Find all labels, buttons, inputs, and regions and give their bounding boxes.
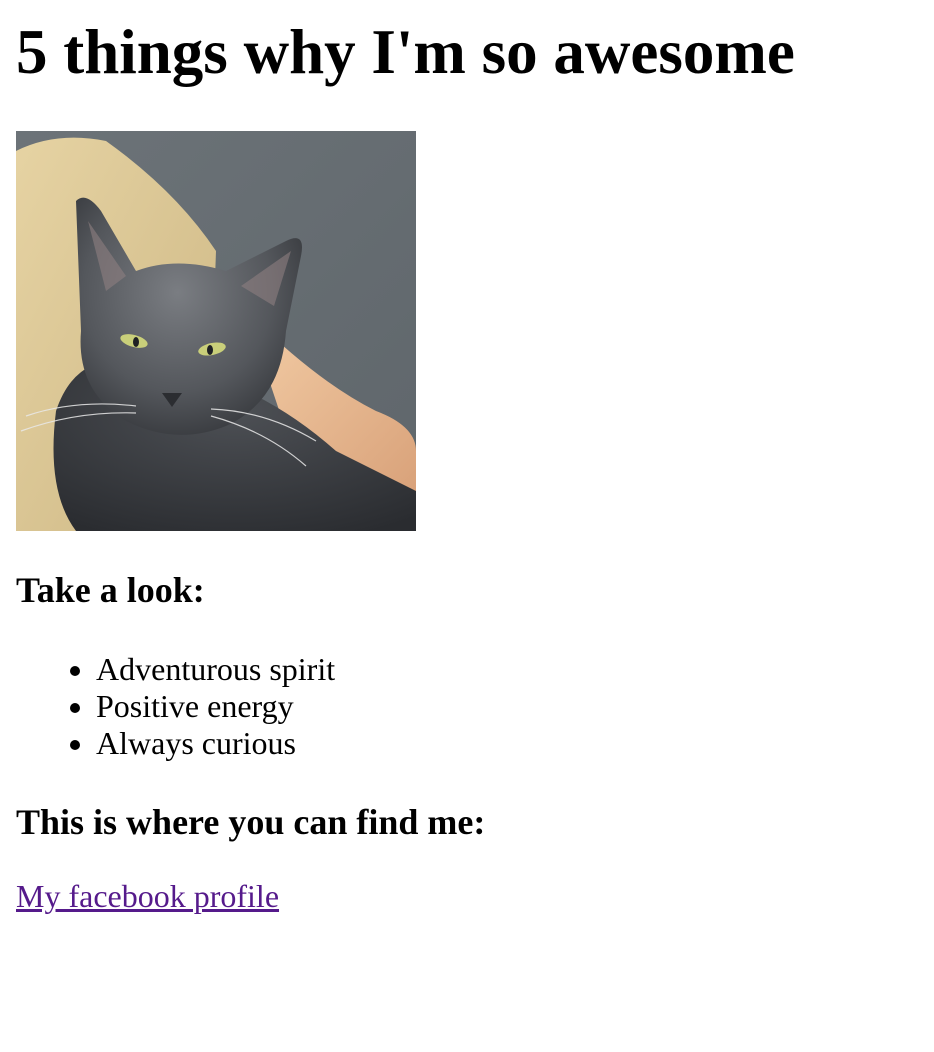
cat-photo — [16, 131, 416, 531]
section-heading-look: Take a look: — [16, 570, 205, 610]
section-heading-find: This is where you can find me: — [16, 802, 486, 842]
traits-list: Adventurous spirit Positive energy Alway… — [16, 651, 918, 762]
list-item: Always curious — [96, 725, 918, 762]
page-body: 5 things why I'm so awesome Take a look:… — [0, 16, 934, 915]
list-item: Adventurous spirit — [96, 651, 918, 688]
list-item: Positive energy — [96, 688, 918, 725]
page-title: 5 things why I'm so awesome — [16, 17, 795, 87]
facebook-profile-link[interactable]: My facebook profile — [16, 878, 279, 915]
